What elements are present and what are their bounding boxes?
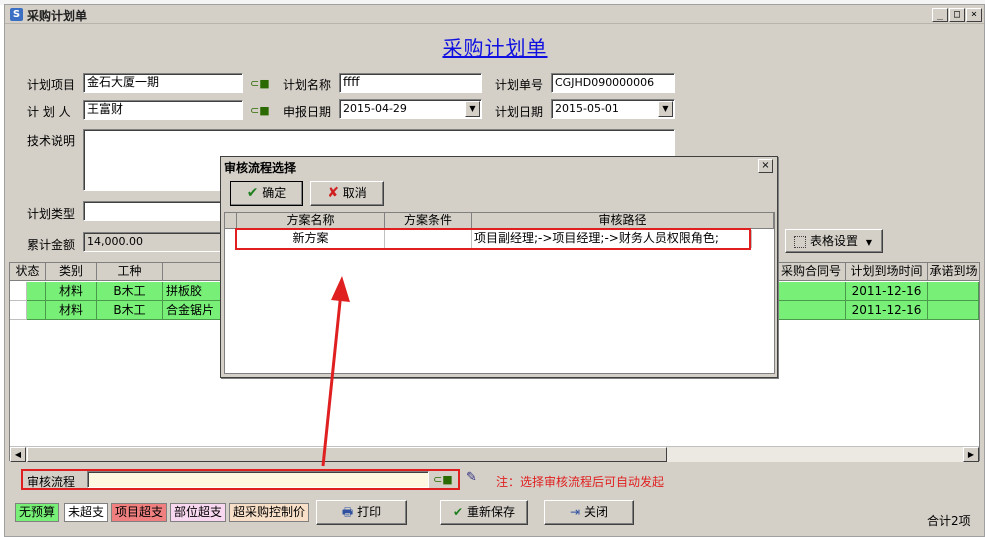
annotation-arrow — [321, 276, 350, 467]
